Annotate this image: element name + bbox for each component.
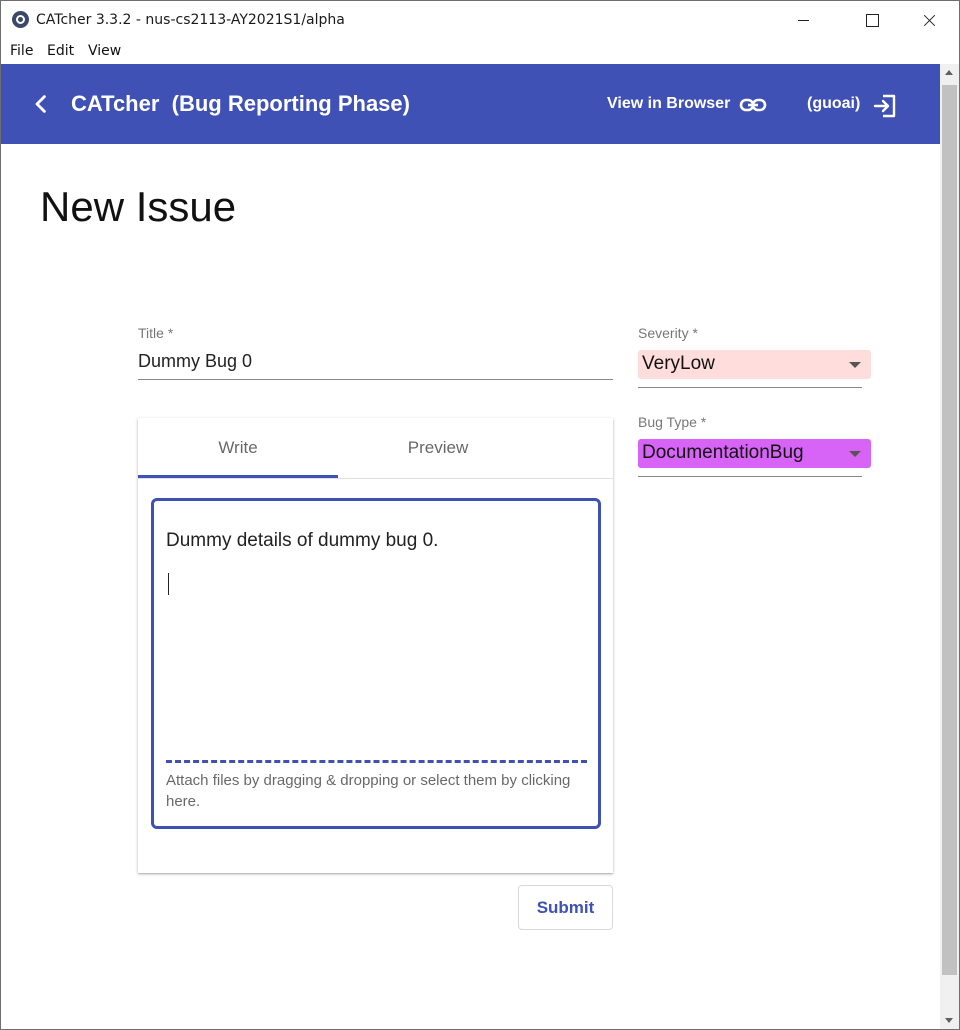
bug-type-label: Bug Type * <box>638 414 707 430</box>
attach-drop-divider <box>166 760 587 763</box>
logout-icon[interactable] <box>872 93 898 119</box>
catcher-app-icon <box>12 11 29 28</box>
app-window: CATcher 3.3.2 - nus-cs2113-AY2021S1/alph… <box>0 0 960 1030</box>
user-name: (guoai) <box>807 95 861 112</box>
bug-type-select[interactable]: DocumentationBug <box>638 439 871 468</box>
tab-divider <box>138 478 613 479</box>
minimize-button[interactable] <box>774 1 832 39</box>
attach-files-link[interactable]: Attach files by dragging & dropping or s… <box>166 770 576 812</box>
back-arrow-icon[interactable] <box>29 92 53 116</box>
severity-underline <box>638 387 862 388</box>
description-text: Dummy details of dummy bug 0. <box>166 530 439 551</box>
bug-type-value: DocumentationBug <box>642 442 804 463</box>
description-textarea[interactable]: Dummy details of dummy bug 0. Attach fil… <box>151 498 601 829</box>
menu-bar: File Edit View <box>1 39 959 63</box>
severity-value: VeryLow <box>642 353 715 374</box>
dropdown-arrow-icon <box>849 451 861 457</box>
bug-type-underline <box>638 476 862 477</box>
severity-label: Severity * <box>638 325 698 341</box>
menu-file[interactable]: File <box>10 43 33 59</box>
scroll-down-arrow-icon[interactable] <box>945 1018 953 1023</box>
vertical-scrollbar[interactable] <box>940 64 959 1029</box>
submit-button[interactable]: Submit <box>518 885 613 930</box>
dropdown-arrow-icon <box>849 362 861 368</box>
tab-write[interactable]: Write <box>138 418 338 478</box>
app-title: CATcher (Bug Reporting Phase) <box>71 91 410 116</box>
link-icon[interactable] <box>739 96 767 114</box>
title-field-label: Title * <box>138 325 174 341</box>
scroll-up-arrow-icon[interactable] <box>945 70 953 75</box>
tab-preview[interactable]: Preview <box>338 418 538 478</box>
close-window-button[interactable] <box>900 1 958 39</box>
menu-view[interactable]: View <box>88 43 121 59</box>
scrollbar-thumb[interactable] <box>942 85 957 975</box>
window-title-bar[interactable]: CATcher 3.3.2 - nus-cs2113-AY2021S1/alph… <box>1 1 959 39</box>
maximize-button[interactable] <box>842 1 900 39</box>
menu-edit[interactable]: Edit <box>47 43 74 59</box>
app-toolbar: CATcher (Bug Reporting Phase) View in Br… <box>1 64 940 144</box>
page-title: New Issue <box>40 183 237 230</box>
window-title: CATcher 3.3.2 - nus-cs2113-AY2021S1/alph… <box>36 12 345 28</box>
severity-select[interactable]: VeryLow <box>638 350 871 379</box>
title-input[interactable]: Dummy Bug 0 <box>138 350 613 380</box>
description-card: Write Preview Dummy details of dummy bug… <box>138 418 613 873</box>
text-caret <box>168 573 169 595</box>
view-in-browser-button[interactable]: View in Browser <box>607 95 730 113</box>
